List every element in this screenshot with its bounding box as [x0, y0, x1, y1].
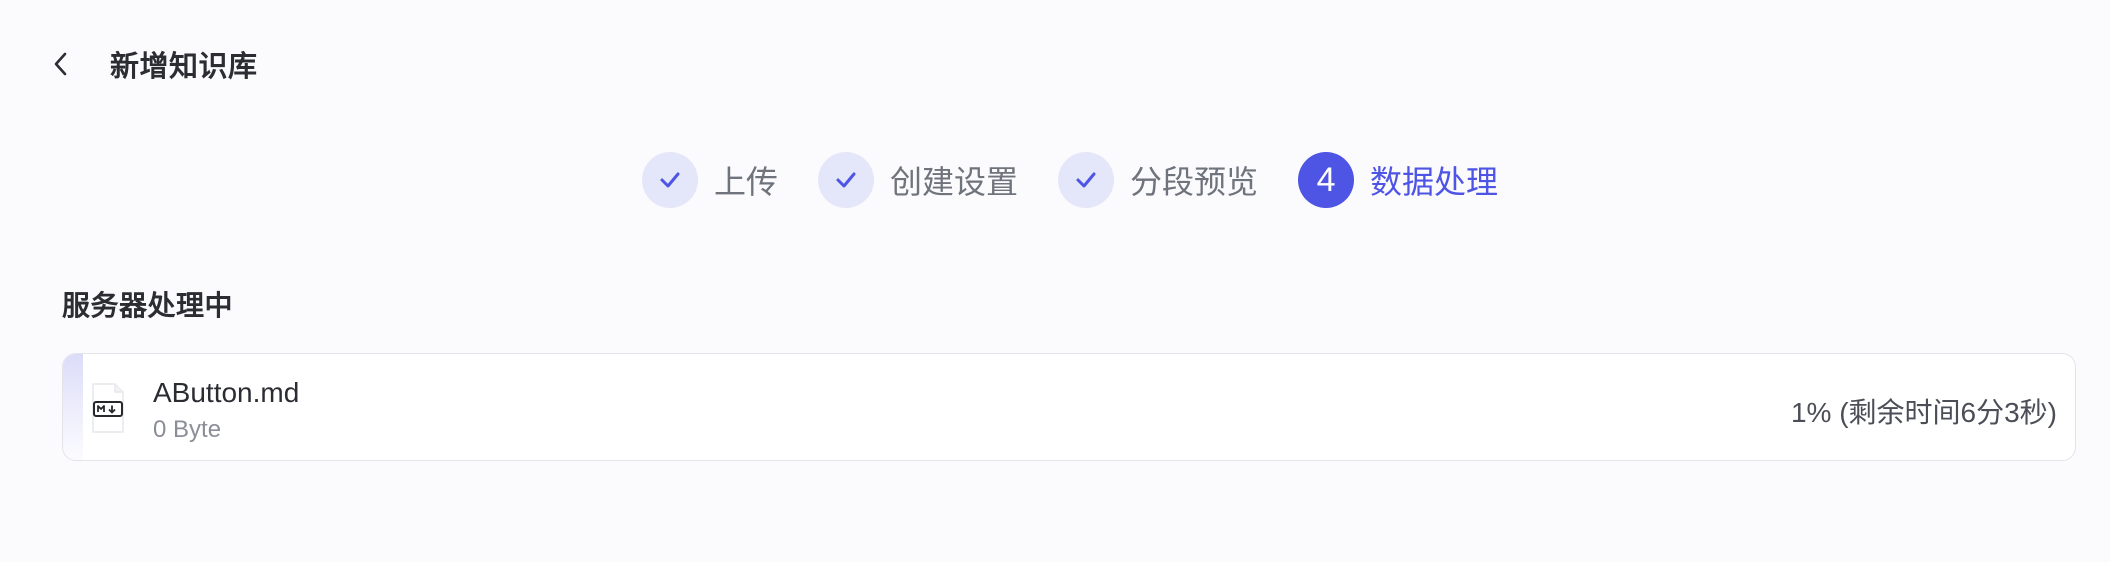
- step-label-active: 数据处理: [1370, 164, 1499, 200]
- page-title: 新增知识库: [110, 51, 258, 83]
- step-done-circle: [642, 152, 698, 208]
- check-icon: [660, 172, 680, 188]
- step-number-circle: 4: [1298, 152, 1355, 208]
- step-label: 创建设置: [890, 164, 1019, 200]
- processing-status: 1% (剩余时间6分3秒): [1790, 397, 2057, 428]
- check-icon: [836, 172, 856, 188]
- file-progress-card: AButton.md 0 Byte 1% (剩余时间6分3秒): [62, 353, 2076, 461]
- step-label: 分段预览: [1130, 164, 1259, 200]
- step-segment-preview[interactable]: 分段预览: [1058, 152, 1258, 208]
- step-label: 上传: [714, 164, 779, 200]
- step-data-processing: 4 数据处理: [1298, 152, 1498, 208]
- chevron-left-icon: [54, 52, 67, 76]
- check-icon: [1076, 172, 1096, 188]
- markdown-file-icon: [92, 383, 124, 433]
- step-upload[interactable]: 上传: [642, 152, 778, 208]
- progress-fill: [63, 354, 84, 460]
- file-name: AButton.md: [153, 377, 300, 408]
- back-button[interactable]: [46, 38, 76, 90]
- step-done-circle: [1058, 152, 1115, 208]
- step-create-settings[interactable]: 创建设置: [818, 152, 1018, 208]
- section-title: 服务器处理中: [62, 290, 234, 321]
- step-indicator: 上传 创建设置 分段预览 4 数据处理: [642, 152, 1498, 208]
- step-done-circle: [818, 152, 875, 208]
- file-size: 0 Byte: [153, 416, 222, 443]
- page-header: 新增知识库: [46, 38, 258, 90]
